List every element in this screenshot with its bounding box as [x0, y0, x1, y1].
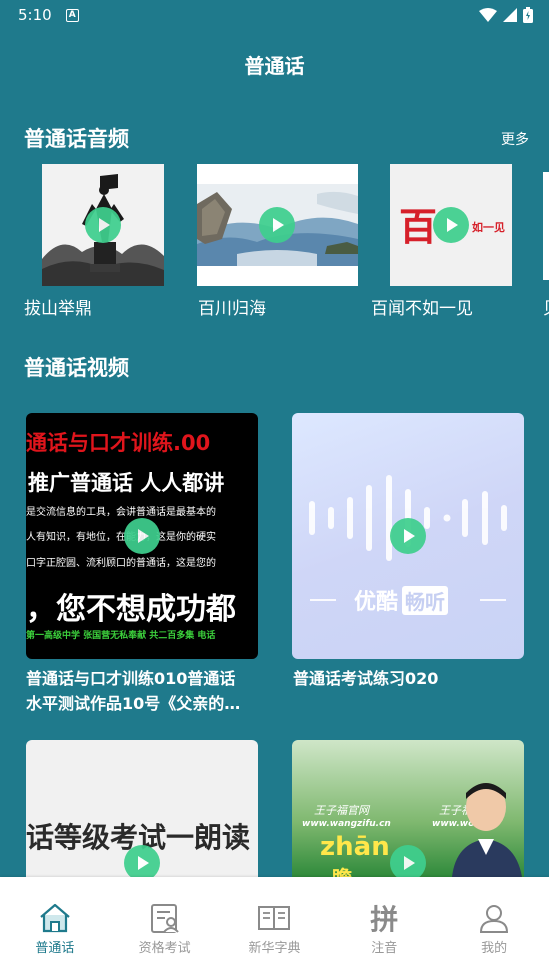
youku-brand: 优酷 畅听 — [354, 584, 449, 616]
audio-section-title: 普通话音频 — [24, 127, 129, 151]
notification-a-icon: A — [65, 8, 79, 22]
pinyin-icon: 拼 — [367, 901, 401, 936]
tab-putonghua[interactable]: 普通话 — [5, 901, 105, 979]
thumb-text-line2: 推广普通话 人人都讲 — [28, 471, 225, 495]
audio-thumb-1 — [42, 164, 164, 286]
brand-tag: 畅听 — [402, 585, 449, 615]
audio-label-2: 百川归海 — [198, 299, 266, 319]
tab-mine[interactable]: 我的 — [444, 901, 544, 979]
tab-label: 我的 — [481, 941, 508, 956]
tab-label: 新华字典 — [248, 941, 301, 956]
user-icon — [477, 901, 511, 935]
tab-label: 资格考试 — [138, 941, 191, 956]
tab-label: 普通话 — [35, 941, 75, 956]
audio-item-3[interactable]: 百 如一见 百闻不如一见 — [371, 164, 531, 319]
wifi-icon — [479, 8, 497, 22]
audio-item-1[interactable]: 拔山举鼎 — [24, 164, 184, 319]
play-button[interactable] — [390, 518, 426, 554]
battery-icon — [523, 7, 533, 23]
thumb-text-line3: 是交流信息的工具，会讲普通话是最基本的 — [26, 507, 216, 518]
tab-label: 注音 — [371, 941, 398, 956]
status-time: 5:10 — [18, 6, 52, 24]
thumb-small-text: 如一见 — [472, 221, 505, 234]
video-card-1[interactable]: 通话与口才训练.00 推广普通话 人人都讲 是交流信息的工具，会讲普通话是最基本… — [26, 413, 258, 659]
tab-exam[interactable]: 资格考试 — [115, 901, 215, 979]
play-button[interactable] — [85, 207, 121, 243]
audio-thumb-3: 百 如一见 — [390, 164, 512, 286]
book-icon — [257, 901, 291, 935]
audio-label-1: 拔山举鼎 — [24, 299, 92, 319]
more-link[interactable]: 更多 — [501, 129, 529, 149]
thumb-text-line6: ，您不想成功都 — [26, 592, 236, 627]
video-title-1-line2: 水平测试作品10号《父亲的… — [26, 694, 241, 713]
audio-thumb-2 — [197, 164, 358, 286]
audio-label-4: 贝 — [543, 294, 549, 319]
page-title: 普通话 — [244, 54, 305, 78]
video-card-3[interactable]: 话等级考试一朗读 — [26, 740, 258, 877]
status-icons — [479, 7, 533, 23]
video-card-4[interactable]: 王子福官网 www.wangzifu.cn 王子福 www.wo zhān 瞻 — [292, 740, 524, 877]
brand-text: 优酷 — [354, 590, 399, 615]
thumb-big-char: 百 — [399, 205, 438, 249]
audio-thumb-4 — [543, 172, 549, 280]
presenter-image — [452, 783, 522, 877]
audio-list: 拔山举鼎 百川归海 百 如一见 百闻不如一见 — [0, 164, 549, 324]
play-button[interactable] — [259, 207, 295, 243]
bottom-tab-bar: 普通话 资格考试 新华字典 拼 注音 我的 — [0, 877, 549, 979]
signal-icon — [503, 8, 517, 22]
audio-item-2[interactable]: 百川归海 — [197, 164, 358, 319]
tab-dictionary[interactable]: 新华字典 — [224, 901, 324, 979]
thumb-text-line4: 人有知识，有地位，在能力，这是你的硬实 — [26, 532, 216, 543]
thumb-text-line7: 第一高级中学 张国营无私奉献 共二百多集 电话 — [26, 631, 216, 641]
thumb-text-line5: 口字正腔圆、流利顾口的普通话，这是您的 — [26, 558, 216, 569]
play-button[interactable] — [124, 518, 160, 554]
tab-pinyin[interactable]: 拼 注音 — [334, 901, 434, 979]
play-button[interactable] — [433, 207, 469, 243]
audio-label-3: 百闻不如一见 — [371, 299, 473, 319]
play-button[interactable] — [124, 845, 160, 877]
video-section-title: 普通话视频 — [24, 356, 129, 380]
video-title-2[interactable]: 普通话考试练习020 — [293, 666, 529, 691]
thumb-pinyin: zhān — [320, 832, 390, 862]
thumb-text-line1: 通话与口才训练.00 — [26, 431, 211, 455]
video-card-2[interactable]: 优酷 畅听 — [292, 413, 524, 659]
video-title-1-line1: 普通话与口才训练010普通话 — [26, 669, 236, 688]
home-icon — [38, 901, 72, 935]
play-button[interactable] — [390, 845, 426, 877]
exam-icon — [148, 901, 182, 935]
pinyin-glyph: 拼 — [370, 903, 399, 936]
thumb-url: www.wangzifu.cn — [302, 819, 391, 829]
status-bar: 5:10 A — [0, 0, 549, 30]
thumb-site: 王子福官网 — [314, 804, 369, 817]
thumb-char: 瞻 — [332, 862, 352, 877]
video-title-1[interactable]: 普通话与口才训练010普通话 水平测试作品10号《父亲的… — [26, 666, 262, 716]
